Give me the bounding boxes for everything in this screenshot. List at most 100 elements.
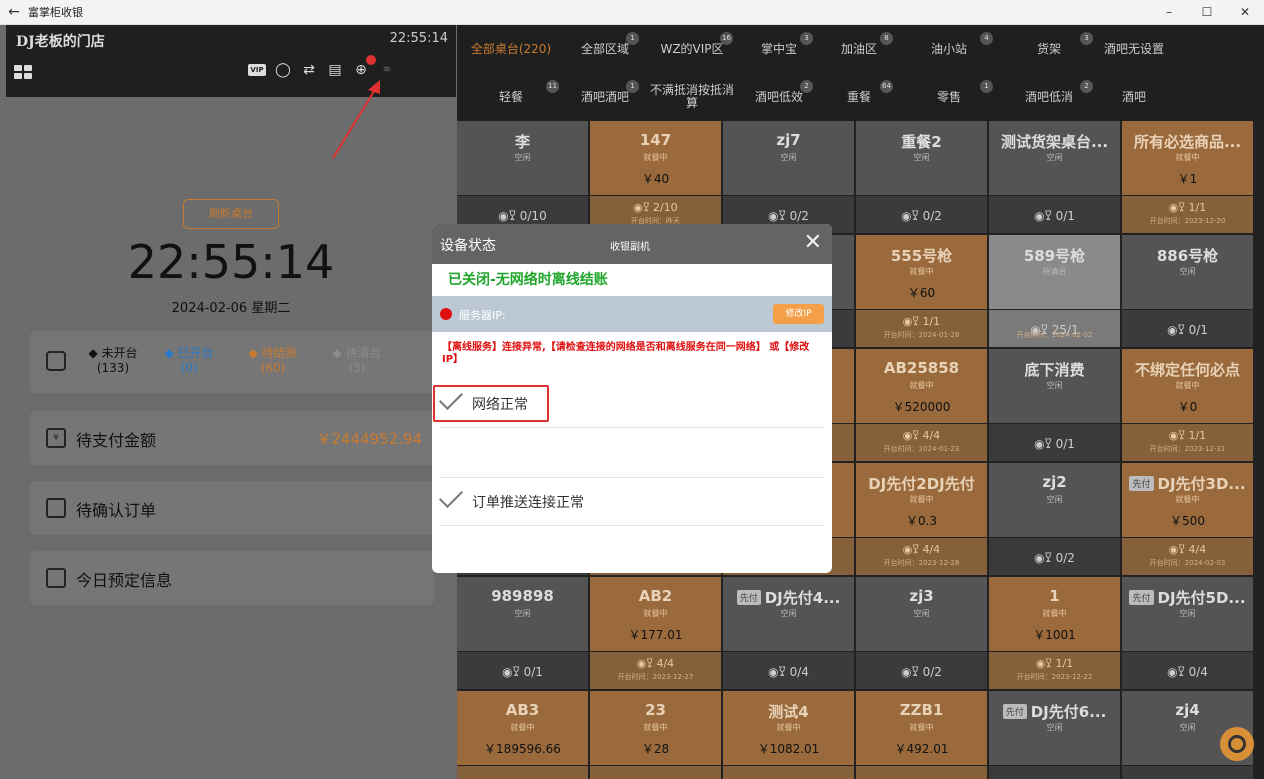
table-card-footer	[457, 766, 588, 779]
pending-payment-card[interactable]: ¥ 待支付金额 ￥2444952.94	[30, 411, 434, 465]
close-window-button[interactable]: ✕	[1226, 0, 1264, 25]
area-tab[interactable]: 重餐 64	[819, 73, 899, 121]
table-card[interactable]: 所有必选商品... 就餐中 ￥1 ◉𐃯 1/1 开台时间：2023-12-20	[1122, 121, 1253, 233]
table-name-text: 589号枪	[1023, 247, 1086, 265]
table-card[interactable]: DJ先付2DJ先付 就餐中 ￥0.3 ◉𐃯 4/4 开台时间：2023-12-28	[856, 463, 987, 575]
payment-icon: ¥	[46, 428, 66, 448]
table-card-info: 所有必选商品... 就餐中 ￥1	[1122, 121, 1253, 195]
status-item[interactable]: ◆ 未开台 (133)	[78, 346, 148, 376]
table-name: AB3	[461, 701, 584, 719]
area-tab[interactable]: 全部桌台(220)	[457, 25, 565, 73]
table-card[interactable]: 不绑定任何必点 就餐中 ￥0 ◉𐃯 1/1 开台时间：2023-12-31	[1122, 349, 1253, 461]
table-name: 所有必选商品...	[1126, 131, 1249, 152]
area-tab[interactable]: 全部区域 1	[565, 25, 645, 73]
table-card[interactable]: 147 就餐中 ￥40 ◉𐃯 2/10 开台时间：昨天	[590, 121, 721, 233]
table-card-info: 先付 DJ先付6... 空闲	[989, 691, 1120, 765]
table-card[interactable]: 989898 空闲 ◉𐃯 0/1	[457, 577, 588, 689]
area-tab[interactable]: 轻餐 11	[457, 73, 565, 121]
status-item[interactable]: ◆ 已开台 (0)	[154, 346, 224, 376]
table-name-text: 886号枪	[1156, 247, 1219, 265]
table-card[interactable]: 李空闲 ◉𐃯 0/10	[457, 121, 588, 233]
close-icon[interactable]: ✕	[804, 230, 822, 255]
table-card[interactable]: AB25858 就餐中 ￥520000 ◉𐃯 4/4 开台时间：2024-01-23	[856, 349, 987, 461]
area-tab[interactable]: 零售 1	[899, 73, 999, 121]
table-open-time: 开台时间：2024-02-02	[1016, 331, 1093, 339]
status-item[interactable]: ◆ 待结账 (60)	[238, 346, 308, 376]
table-name-text: 147	[639, 131, 672, 149]
table-card[interactable]: ZZB1 就餐中 ￥492.01	[856, 691, 987, 779]
maximize-button[interactable]: ☐	[1188, 0, 1226, 25]
tab-label: 酒吧无设置	[1103, 41, 1164, 56]
network-globe-icon[interactable]: ⊕	[352, 55, 376, 79]
area-tab[interactable]: 酒吧低消 2	[999, 73, 1099, 121]
area-tab[interactable]: 酒吧低效 2	[739, 73, 819, 121]
status-item[interactable]: ◆ 待清台 (3)	[322, 346, 392, 376]
table-card[interactable]: 先付 DJ先付3D... 就餐中 ￥500 ◉𐃯 4/4 开台时间：2024-02-03	[1122, 463, 1253, 575]
table-card[interactable]: AB2 就餐中 ￥177.01 ◉𐃯 4/4 开台时间：2023-12-27	[590, 577, 721, 689]
area-tab[interactable]: 酒吧酒吧 1	[565, 73, 645, 121]
area-tab[interactable]: WZ的VIP区 16	[645, 25, 739, 73]
table-card[interactable]: 测试4 就餐中 ￥1082.01	[723, 691, 854, 779]
table-status: 就餐中	[909, 495, 934, 504]
dialog-header: 设备状态 收银副机 ✕	[432, 224, 832, 264]
table-card[interactable]: zj7 空闲 ◉𐃯 0/2	[723, 121, 854, 233]
back-arrow-icon[interactable]: ←	[0, 4, 28, 20]
refresh-tables-button[interactable]: 刷新桌台	[183, 199, 279, 229]
table-card-footer: ◉𐃯 4/4 开台时间：2024-02-03	[1122, 538, 1253, 575]
table-open-time: 开台时间：2023-12-27	[617, 673, 694, 681]
table-status: 待清台	[1042, 267, 1067, 276]
pending-orders-label: 待确认订单	[76, 501, 157, 520]
notification-badge	[366, 55, 376, 65]
minimize-button[interactable]: –	[1150, 0, 1188, 25]
annotation-arrow	[332, 80, 380, 159]
refresh-icon[interactable]: ◯	[274, 61, 292, 79]
table-card[interactable]: 先付 DJ先付6... 空闲	[989, 691, 1120, 779]
table-card-info: ZZB1 就餐中 ￥492.01	[856, 691, 987, 765]
table-card[interactable]: 23 就餐中 ￥28	[590, 691, 721, 779]
table-card-info: 1 就餐中 ￥1001	[989, 577, 1120, 651]
table-name-text: AB2	[638, 587, 673, 605]
area-tab[interactable]: 加油区 8	[819, 25, 899, 73]
table-card[interactable]: 1 就餐中 ￥1001 ◉𐃯 1/1 开台时间：2023-12-22	[989, 577, 1120, 689]
tab-label: 不满抵消按抵消算	[649, 83, 734, 110]
document-icon[interactable]: ▤	[326, 61, 344, 79]
table-card[interactable]: zj2 空闲 ◉𐃯 0/2	[989, 463, 1120, 575]
table-amount: ￥0	[1177, 400, 1198, 414]
area-tab[interactable]: 不满抵消按抵消算	[645, 73, 739, 121]
table-card[interactable]: AB3 就餐中 ￥189596.66	[457, 691, 588, 779]
table-card[interactable]: 589号枪 待清台 ◉𐃯 25/1 开台时间：2024-02-02	[989, 235, 1120, 347]
help-button[interactable]	[1220, 727, 1254, 761]
table-amount: ￥1082.01	[757, 742, 820, 756]
table-card[interactable]: 底下消费 空闲 ◉𐃯 0/1	[989, 349, 1120, 461]
table-card-footer	[723, 766, 854, 779]
table-name: DJ先付2DJ先付	[860, 473, 983, 494]
table-card-footer: ◉𐃯 0/4	[723, 652, 854, 689]
pending-orders-card[interactable]: 待确认订单	[30, 481, 434, 535]
vip-icon[interactable]: VIP	[248, 64, 266, 76]
exchange-icon[interactable]: ⇄	[300, 61, 318, 79]
edit-ip-button[interactable]: 修改IP	[773, 304, 824, 324]
area-tab[interactable]: 油小站 4	[899, 25, 999, 73]
order-push-status-row: 订单推送连接正常	[438, 476, 824, 526]
table-name: 底下消费	[993, 359, 1116, 380]
table-card[interactable]: 555号枪 就餐中 ￥60 ◉𐃯 1/1 开台时间：2024-01-28	[856, 235, 987, 347]
table-amount: ￥500	[1170, 514, 1205, 528]
table-card[interactable]: 测试货架桌台... 空闲 ◉𐃯 0/1	[989, 121, 1120, 233]
reservations-card[interactable]: 今日预定信息	[30, 551, 434, 605]
table-card[interactable]: 先付 DJ先付4... 空闲 ◉𐃯 0/4	[723, 577, 854, 689]
table-card[interactable]: 886号枪 空闲 ◉𐃯 0/1	[1122, 235, 1253, 347]
link-icon[interactable]: ⚭	[378, 61, 396, 79]
area-tab[interactable]: 酒吧无设置	[1099, 25, 1169, 73]
area-tab[interactable]: 货架 3	[999, 25, 1099, 73]
table-card[interactable]: 重餐2 空闲 ◉𐃯 0/2	[856, 121, 987, 233]
table-card-info: 重餐2 空闲	[856, 121, 987, 195]
table-open-time: 开台时间：2024-01-23	[883, 445, 960, 453]
area-tab[interactable]: 掌中宝 3	[739, 25, 819, 73]
area-tab[interactable]: 酒吧	[1099, 73, 1169, 121]
apps-grid-icon[interactable]	[14, 65, 32, 79]
order-push-status-text: 订单推送连接正常	[472, 495, 584, 511]
table-card[interactable]: 先付 DJ先付5D... 空闲 ◉𐃯 0/4	[1122, 577, 1253, 689]
table-seats: ◉𐃯 0/10	[498, 209, 547, 223]
table-status: 就餐中	[1175, 381, 1200, 390]
table-card[interactable]: zj3 空闲 ◉𐃯 0/2	[856, 577, 987, 689]
